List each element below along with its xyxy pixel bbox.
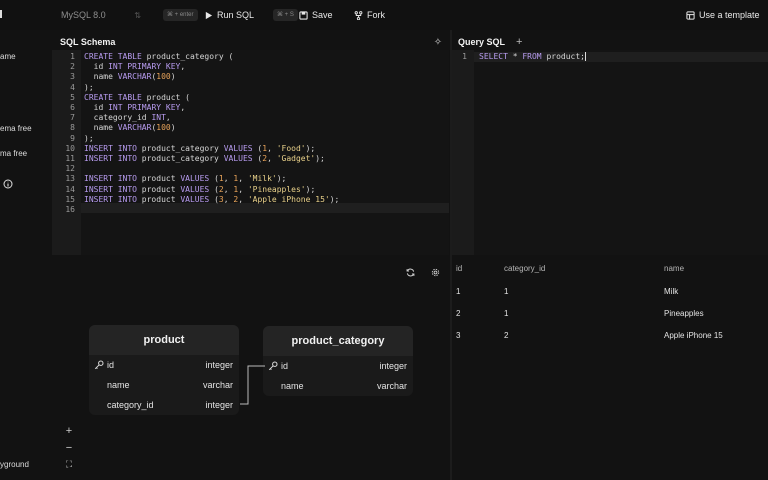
schema-code-line[interactable]: INSERT INTO product VALUES (1, 1, 'Milk'… [84, 174, 286, 184]
run-sql-label: Run SQL [217, 10, 255, 20]
use-template-label: Use a template [699, 10, 760, 20]
results-header-id: id [456, 264, 463, 273]
zoom-out-button[interactable]: − [62, 441, 76, 455]
query-results-table: id category_id name 1 1 Milk 2 1 Pineapp… [452, 258, 768, 480]
line-number: 3 [70, 72, 75, 82]
sidebar-toggle-icon[interactable] [0, 9, 4, 19]
sidebar-item-3[interactable]: ma free [0, 149, 27, 158]
save-icon [299, 10, 308, 20]
line-number: 4 [70, 82, 75, 92]
results-cell: 2 [504, 331, 509, 340]
schema-code-line[interactable]: id INT PRIMARY KEY, [84, 103, 186, 113]
line-number: 12 [65, 164, 75, 174]
fork-label: Fork [367, 10, 385, 20]
fork-icon [354, 10, 363, 20]
line-number: 10 [65, 143, 75, 153]
line-number: 9 [70, 133, 75, 143]
line-number-gutter: 1 2 3 4 5 6 7 8 9 10 11 12 13 14 15 16 [52, 50, 81, 255]
query-code-line[interactable]: SELECT * FROM product; [479, 52, 586, 62]
schema-code-line[interactable]: id INT PRIMARY KEY, [84, 62, 186, 72]
schema-code-line[interactable]: INSERT INTO product_category VALUES (2, … [84, 154, 325, 164]
schema-code-line[interactable]: INSERT INTO product VALUES (3, 2, 'Apple… [84, 195, 339, 205]
plus-icon: + [516, 36, 523, 48]
fit-view-button[interactable]: ⛶ [62, 457, 76, 471]
schema-code-line[interactable]: ); [84, 134, 94, 144]
results-cell: 1 [504, 309, 509, 318]
save-button[interactable]: Save [299, 8, 333, 22]
run-shortcut-badge: ⌘ + enter [163, 9, 198, 21]
results-header-name: name [664, 264, 685, 273]
line-number: 2 [70, 62, 75, 72]
schema-code-line[interactable]: name VARCHAR(100) [84, 123, 176, 133]
template-icon [686, 10, 695, 20]
schema-diagram[interactable]: product id integer name varchar category_id in… [52, 258, 449, 480]
run-sql-button[interactable]: Run SQL [204, 8, 254, 22]
line-number: 13 [65, 174, 75, 184]
query-line-number: 1 [462, 52, 467, 61]
add-tab-button[interactable]: + [516, 33, 522, 51]
schema-code-line[interactable]: CREATE TABLE product ( [84, 93, 190, 103]
results-cell: Apple iPhone 15 [664, 331, 723, 340]
schema-code-line[interactable]: INSERT INTO product VALUES (2, 1, 'Pinea… [84, 185, 315, 195]
use-template-button[interactable]: Use a template [686, 8, 760, 22]
database-select[interactable]: MySQL 8.0 ⇅ [55, 6, 147, 24]
line-number: 6 [70, 103, 75, 112]
line-number: 14 [65, 184, 75, 194]
line-number: 15 [65, 194, 75, 204]
sparkle-icon[interactable]: ✧ [431, 35, 445, 49]
schema-code-line[interactable]: name VARCHAR(100) [84, 72, 176, 82]
results-cell: 3 [456, 331, 461, 340]
schema-code-line[interactable]: ); [84, 83, 94, 93]
save-shortcut-badge: ⌘ + S [273, 9, 298, 21]
results-cell: 1 [504, 287, 509, 296]
left-sidebar: ame ema free ma free yground [0, 30, 50, 480]
line-number: 1 [70, 52, 75, 61]
zoom-in-button[interactable]: + [62, 424, 76, 438]
schema-code-line[interactable]: INSERT INTO product_category VALUES (1, … [84, 144, 315, 154]
results-header-category-id: category_id [504, 264, 546, 273]
sidebar-item-1[interactable]: ame [0, 52, 16, 61]
schema-code[interactable]: CREATE TABLE product_category ( id INT P… [81, 50, 449, 255]
tab-query-sql[interactable]: Query SQL [458, 33, 505, 51]
chevron-updown-icon: ⇅ [134, 10, 141, 20]
tab-sql-schema[interactable]: SQL Schema [60, 33, 115, 51]
top-toolbar: MySQL 8.0 ⇅ ⌘ + enter Run SQL ⌘ + S Save… [0, 0, 768, 30]
line-number: 16 [65, 205, 75, 214]
line-number: 11 [65, 154, 75, 163]
tab-sql-schema-label: SQL Schema [60, 37, 116, 47]
sql-schema-editor[interactable]: 1 2 3 4 5 6 7 8 9 10 11 12 13 14 15 16 CREATE TABLE pro… [52, 50, 449, 255]
sidebar-item-4[interactable]: yground [0, 460, 29, 469]
relation-connector [240, 365, 265, 405]
schema-code-line[interactable]: CREATE TABLE product_category ( [84, 52, 233, 62]
line-number: 7 [70, 113, 75, 123]
sidebar-item-2[interactable]: ema free [0, 124, 32, 133]
line-number: 8 [70, 123, 75, 133]
database-select-value: MySQL 8.0 [61, 10, 106, 20]
query-line-number-gutter: 1 [452, 50, 474, 255]
query-sql-editor[interactable]: 1 SELECT * FROM product; [452, 50, 768, 255]
results-cell: 1 [456, 287, 461, 296]
tab-query-sql-label: Query SQL [458, 37, 506, 47]
results-cell: 2 [456, 309, 461, 318]
results-cell: Pineapples [664, 309, 704, 318]
save-label: Save [312, 10, 333, 20]
results-cell: Milk [664, 287, 679, 296]
schema-code-line[interactable]: category_id INT, [84, 113, 171, 123]
play-icon [205, 11, 213, 19]
info-icon[interactable] [3, 179, 13, 191]
fork-button[interactable]: Fork [354, 8, 385, 22]
line-number: 5 [70, 92, 75, 102]
